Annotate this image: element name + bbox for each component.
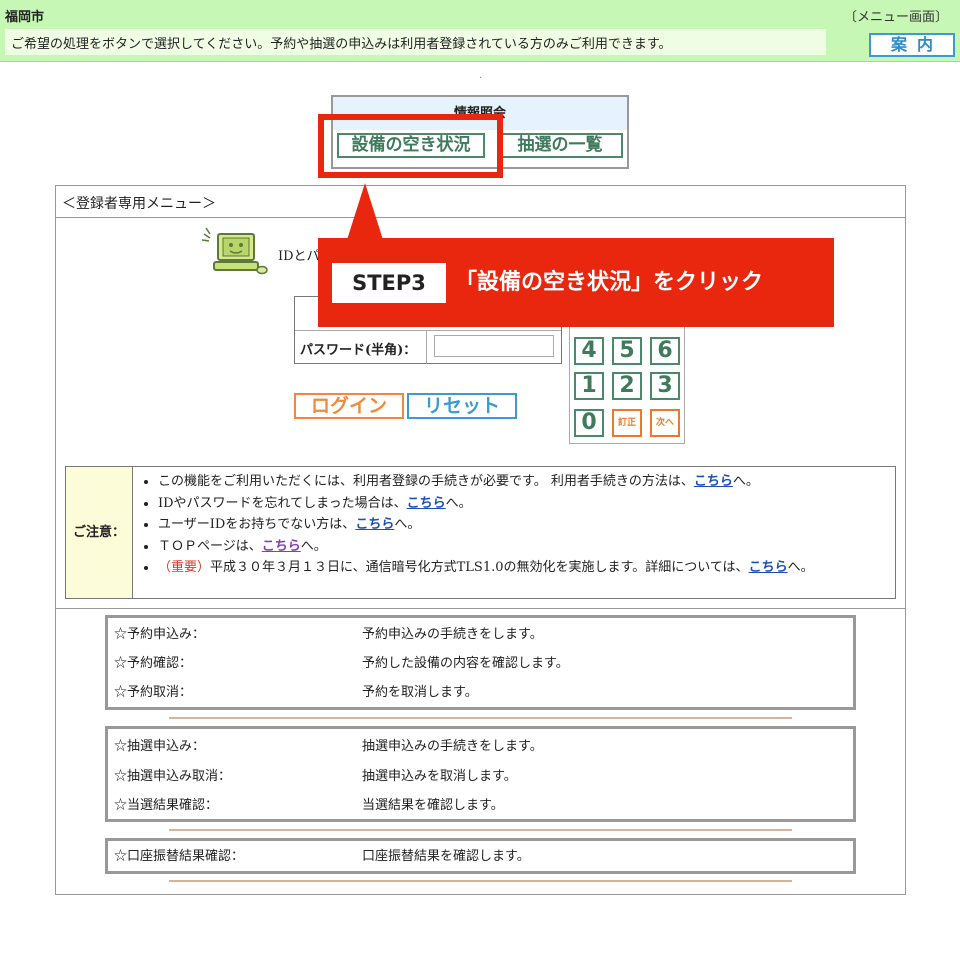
key-6[interactable]: 6 (650, 337, 680, 365)
top-header: 福岡市 〔メニュー画面〕 ご希望の処理をボタンで選択してください。予約や抽選の申… (0, 0, 960, 62)
notice-link[interactable]: こちら (407, 496, 446, 511)
notice-box: ご注意： この機能をご利用いただくには、利用者登録の手続きが必要です。 利用者手… (65, 466, 896, 599)
step-badge: STEP3 (332, 263, 446, 303)
screen-label: 〔メニュー画面〕 (843, 10, 948, 25)
callout-pointer-arrow (346, 183, 384, 243)
notice-text-end: へ。 (445, 495, 472, 511)
menu-desc: 予約した設備の内容を確認します。 (362, 656, 569, 671)
notice-list: この機能をご利用いただくには、利用者登録の手続きが必要です。 利用者手続きの方法… (136, 471, 814, 579)
callout-highlight-frame (318, 114, 503, 178)
menu-desc: 抽選申込みの手続きをします。 (362, 739, 543, 754)
menu-item-account-result[interactable]: ☆口座振替結果確認： (114, 842, 244, 872)
important-tag: （重要） (158, 560, 211, 575)
lottery-list-button[interactable]: 抽選の一覧 (497, 133, 623, 158)
key-4[interactable]: 4 (574, 337, 604, 365)
separator-dot: . (479, 70, 483, 81)
notice-item: ユーザーIDをお持ちでない方は、こちらへ。 (158, 514, 814, 536)
key-1[interactable]: 1 (574, 372, 604, 400)
section-separator (169, 829, 792, 831)
reset-button[interactable]: リセット (407, 393, 517, 419)
section-separator (169, 880, 792, 882)
password-label: パスワード(半角)： (300, 343, 417, 358)
notice-link[interactable]: こちら (262, 539, 301, 554)
notice-text-end: へ。 (300, 538, 327, 554)
notice-text: ＴＯＰページは、 (158, 538, 262, 554)
callout-text: 「設備の空き状況」をクリック (455, 270, 764, 295)
account-transfer-menu: ☆口座振替結果確認： 口座振替結果を確認します。 (105, 838, 856, 874)
notice-label: ご注意： (66, 467, 133, 598)
password-input[interactable] (434, 335, 554, 357)
computer-icon (201, 227, 268, 275)
notice-item: ＴＯＰページは、こちらへ。 (158, 536, 814, 558)
key-3[interactable]: 3 (650, 372, 680, 400)
panel-title: ＜登録者専用メニュー＞ (56, 186, 905, 218)
key-next[interactable]: 次へ (650, 409, 680, 437)
notice-text-end: へ。 (787, 560, 814, 575)
notice-text-end: へ。 (732, 474, 759, 489)
notice-link[interactable]: こちら (749, 560, 788, 575)
menu-item-reserve-confirm[interactable]: ☆予約確認： (114, 649, 192, 679)
step3-callout: STEP3 「設備の空き状況」をクリック (318, 238, 834, 327)
reservation-menu: ☆予約申込み： 予約申込みの手続きをします。 ☆予約確認： 予約した設備の内容を… (105, 615, 856, 710)
guide-button[interactable]: 案内 (869, 33, 955, 57)
notice-text: ユーザーIDをお持ちでない方は、 (158, 517, 356, 532)
login-id-text: IDとパ (278, 249, 320, 264)
notice-link[interactable]: こちら (355, 517, 394, 532)
menu-item-reserve-apply[interactable]: ☆予約申込み： (114, 620, 205, 650)
password-divider (426, 331, 427, 364)
notice-link[interactable]: こちら (694, 474, 733, 489)
notice-text: 平成３０年３月１３日に、通信暗号化方式TLS1.0の無効化を実施します。詳細につ… (210, 560, 749, 575)
menu-desc: 予約申込みの手続きをします。 (362, 627, 543, 642)
menu-item-lottery-cancel[interactable]: ☆抽選申込み取消： (114, 762, 231, 792)
menu-desc: 当選結果を確認します。 (362, 798, 504, 813)
instruction-text: ご希望の処理をボタンで選択してください。予約や抽選の申込みは利用者登録されている… (5, 29, 826, 55)
menu-item-reserve-cancel[interactable]: ☆予約取消： (114, 678, 192, 708)
notice-item: この機能をご利用いただくには、利用者登録の手続きが必要です。 利用者手続きの方法… (158, 471, 814, 493)
login-button[interactable]: ログイン (294, 393, 404, 419)
lottery-menu: ☆抽選申込み： 抽選申込みの手続きをします。 ☆抽選申込み取消： 抽選申込みを取… (105, 726, 856, 822)
notice-text-end: へ。 (394, 517, 421, 532)
city-name: 福岡市 (5, 10, 45, 25)
notice-text: この機能をご利用いただくには、利用者登録の手続きが必要です。 利用者手続きの方法… (158, 474, 694, 489)
menu-item-lottery-apply[interactable]: ☆抽選申込み： (114, 732, 205, 762)
key-5[interactable]: 5 (612, 337, 642, 365)
key-2[interactable]: 2 (612, 372, 642, 400)
password-row: パスワード(半角)： (295, 330, 561, 364)
menu-item-lottery-result[interactable]: ☆当選結果確認： (114, 791, 218, 821)
section-separator (169, 717, 792, 719)
menu-desc: 予約を取消します。 (362, 685, 478, 700)
notice-item: （重要）平成３０年３月１３日に、通信暗号化方式TLS1.0の無効化を実施します。… (158, 557, 814, 579)
key-correct[interactable]: 訂正 (612, 409, 642, 437)
notice-item: IDやパスワードを忘れてしまった場合は、こちらへ。 (158, 493, 814, 515)
menu-desc: 抽選申込みを取消します。 (362, 769, 517, 784)
key-0[interactable]: 0 (574, 409, 604, 437)
menu-desc: 口座振替結果を確認します。 (362, 849, 530, 864)
notice-text: IDやパスワードを忘れてしまった場合は、 (158, 495, 407, 511)
panel-divider (55, 608, 906, 609)
